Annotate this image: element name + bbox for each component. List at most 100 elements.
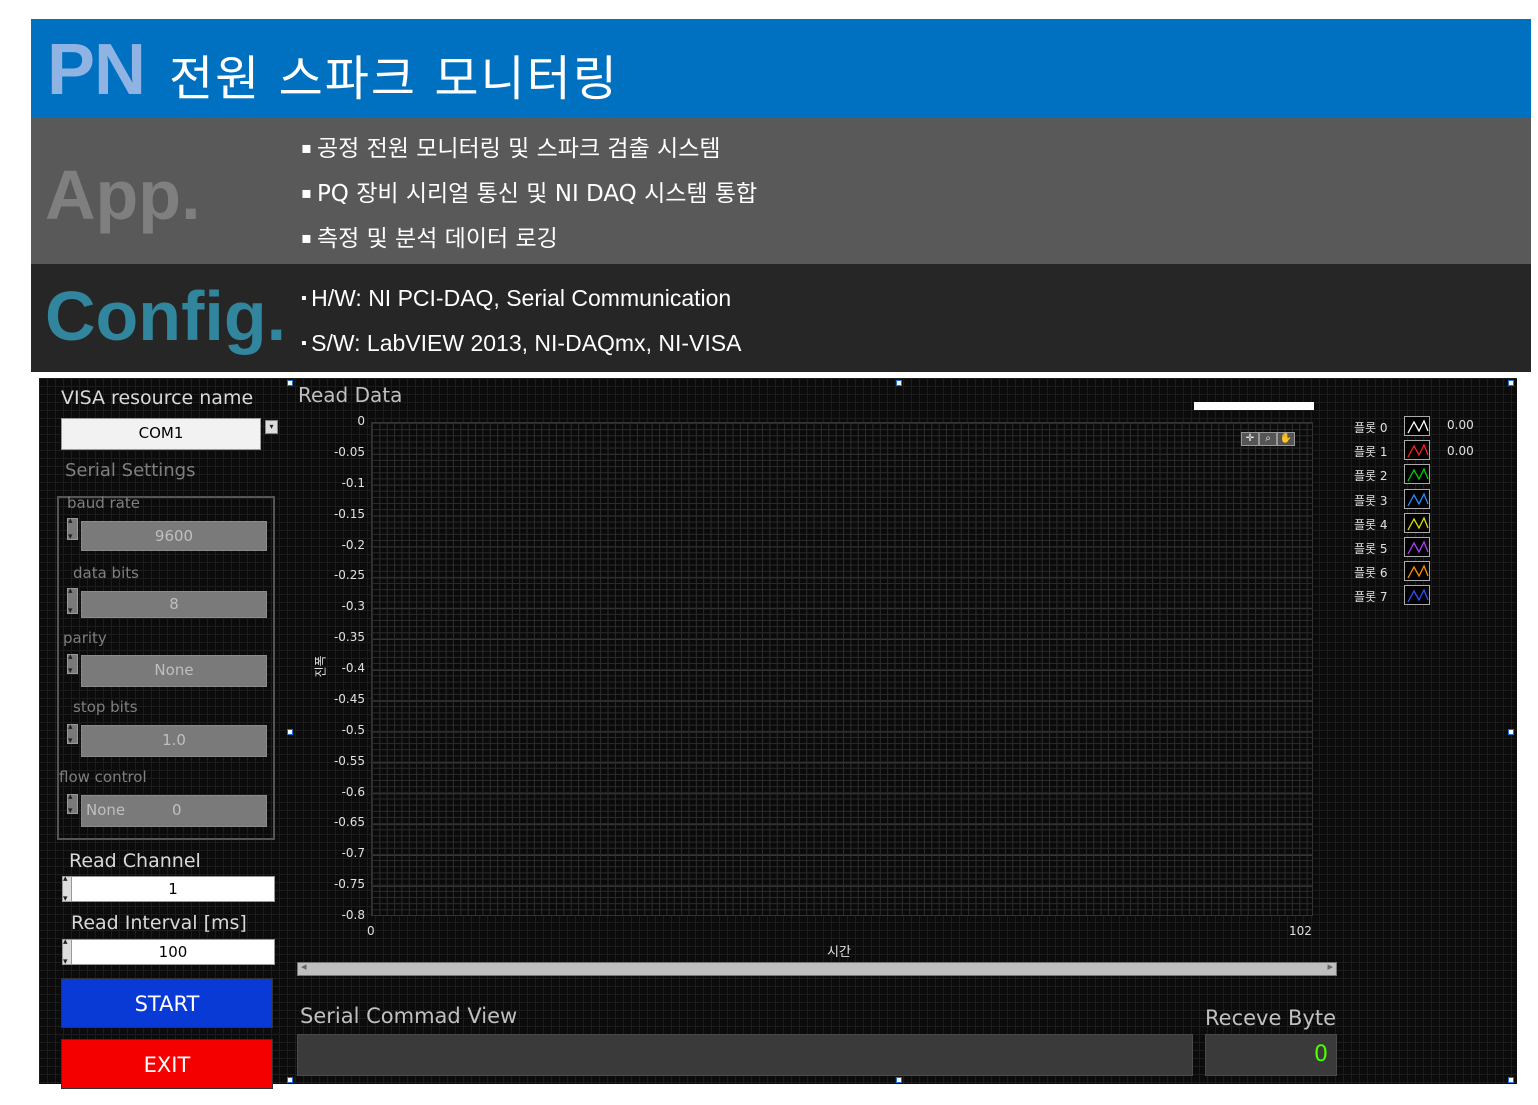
data-bits-label: data bits [73, 564, 139, 582]
y-tick-label: -0.75 [333, 877, 365, 892]
y-tick-label: -0.55 [333, 753, 365, 768]
y-axis-label: 진폭 [313, 655, 328, 678]
visa-resource-field[interactable]: COM1 [61, 418, 261, 450]
stop-bits-spinner[interactable] [67, 722, 78, 746]
pan-hand-icon[interactable]: ✋ [1277, 432, 1295, 446]
y-tick-label: -0.65 [333, 815, 365, 830]
legend-item-label: 플롯 7 [1354, 590, 1388, 605]
receive-byte-indicator: 0 [1205, 1034, 1337, 1076]
flow-control-number: 0 [172, 801, 182, 819]
legend-line-icon[interactable] [1404, 488, 1430, 509]
selection-handle[interactable] [896, 380, 902, 386]
y-tick-label: -0.8 [341, 908, 365, 922]
zoom-icon[interactable]: ⌕ [1259, 432, 1277, 446]
stop-bits-label: stop bits [73, 698, 138, 716]
selection-handle[interactable] [896, 1077, 902, 1083]
config-bullet: H/W: NI PCI-DAQ, Serial Communication [301, 283, 741, 328]
legend-item-label: 플롯 3 [1354, 493, 1388, 508]
baud-label: baud rate [67, 494, 140, 512]
selection-handle[interactable] [1508, 1077, 1514, 1083]
plot-area[interactable] [371, 422, 1313, 916]
parity-spinner[interactable] [67, 652, 78, 676]
read-channel-field[interactable]: 1 [71, 876, 275, 902]
legend-item-label: 플롯 0 [1354, 421, 1388, 435]
serial-control-column: VISA resource name COM1 ▾ Serial Setting… [49, 384, 279, 1089]
selection-handle[interactable] [1508, 729, 1514, 735]
flow-control-field[interactable]: None 0 [81, 795, 267, 827]
serial-command-view [297, 1034, 1193, 1076]
legend-item-label: 플롯 5 [1354, 542, 1388, 556]
crosshair-icon[interactable]: ✛ [1241, 432, 1259, 446]
graph-palette: ✛ ⌕ ✋ [1241, 432, 1299, 446]
data-bits-spinner[interactable] [67, 586, 78, 616]
serial-settings-title: Serial Settings [65, 460, 196, 481]
flow-control-spinner[interactable] [67, 792, 78, 816]
legend-line-icon[interactable] [1404, 585, 1430, 606]
legend-item-label: 플롯 4 [1354, 517, 1388, 532]
baud-field[interactable]: 9600 [81, 521, 267, 551]
y-tick-label: 0 [357, 414, 365, 428]
selection-handle[interactable] [287, 729, 293, 735]
y-tick-label: -0.1 [341, 475, 365, 490]
read-interval-field[interactable]: 100 [71, 939, 275, 965]
read-channel-label: Read Channel [69, 850, 201, 872]
cursor-readout: 0.00 [1447, 418, 1474, 432]
x-tick-label: 102 [1289, 924, 1312, 938]
legend-item-label: 플롯 2 [1354, 469, 1388, 484]
page-title: 전원 스파크 모니터링 [169, 51, 619, 107]
labview-front-panel: VISA resource name COM1 ▾ Serial Setting… [39, 378, 1517, 1089]
app-bullet: PQ 장비 시리얼 통신 및 NI DAQ 시스템 통합 [301, 178, 757, 223]
stop-bits-field[interactable]: 1.0 [81, 725, 267, 757]
graph-title: Read Data [298, 383, 403, 407]
read-interval-label: Read Interval [ms] [71, 912, 247, 934]
visa-label: VISA resource name [61, 387, 254, 409]
y-tick-label: -0.3 [341, 599, 365, 614]
app-bullet: 공정 전원 모니터링 및 스파크 검출 시스템 [301, 133, 757, 178]
parity-field[interactable]: None [81, 655, 267, 687]
selection-handle[interactable] [287, 380, 293, 386]
start-button[interactable]: START [61, 978, 273, 1028]
app-section: App. 공정 전원 모니터링 및 스파크 검출 시스템 PQ 장비 시리얼 통… [31, 117, 1531, 264]
app-bullet: 측정 및 분석 데이터 로깅 [301, 223, 757, 268]
y-tick-label: -0.6 [341, 784, 365, 799]
receive-byte-label: Receve Byte [1205, 1006, 1337, 1030]
title-banner: PN 전원 스파크 모니터링 [31, 19, 1531, 117]
config-bullet-list: H/W: NI PCI-DAQ, Serial Communication S/… [301, 283, 741, 373]
y-tick-label: -0.5 [341, 722, 365, 737]
y-tick-label: -0.25 [333, 568, 365, 583]
legend-line-icon[interactable] [1404, 464, 1430, 485]
legend-line-icon[interactable] [1404, 561, 1430, 582]
graph-horizontal-scrollbar[interactable] [297, 960, 1337, 976]
legend-line-icon[interactable] [1404, 440, 1430, 461]
app-bullet-list: 공정 전원 모니터링 및 스파크 검출 시스템 PQ 장비 시리얼 통신 및 N… [301, 133, 757, 268]
flow-control-value: None [86, 801, 126, 819]
y-tick-label: -0.15 [333, 506, 365, 521]
app-window: PN 전원 스파크 모니터링 App. 공정 전원 모니터링 및 스파크 검출 … [0, 0, 1538, 1105]
y-tick-label: -0.35 [333, 630, 365, 645]
exit-button[interactable]: EXIT [61, 1039, 273, 1089]
visa-dropdown-icon[interactable]: ▾ [265, 420, 278, 434]
x-axis-label: 시간 [827, 945, 851, 960]
baud-spinner[interactable] [67, 516, 78, 542]
cursor-readout: 0.00 [1447, 444, 1474, 458]
legend-item-label: 플롯 6 [1354, 566, 1388, 581]
labview-front-panel-frame: VISA resource name COM1 ▾ Serial Setting… [31, 372, 1531, 1096]
y-tick-label: -0.2 [341, 537, 365, 552]
legend-line-icon[interactable] [1404, 416, 1430, 436]
flow-control-label: flow control [59, 768, 147, 786]
config-section: Config. H/W: NI PCI-DAQ, Serial Communic… [31, 264, 1531, 372]
graph-caption-bar [1194, 402, 1314, 410]
legend-line-icon[interactable] [1404, 537, 1430, 557]
x-tick-label: 0 [367, 924, 375, 938]
app-label: App. [45, 156, 201, 234]
y-tick-label: -0.45 [333, 691, 365, 706]
legend-item-label: 플롯 1 [1354, 445, 1388, 460]
serial-command-view-label: Serial Commad View [300, 1004, 518, 1028]
selection-handle[interactable] [1508, 380, 1514, 386]
logo-pn: PN [47, 30, 146, 110]
data-bits-field[interactable]: 8 [81, 591, 267, 618]
legend-line-icon[interactable] [1404, 512, 1430, 533]
selection-handle[interactable] [287, 1077, 293, 1083]
y-tick-label: -0.7 [341, 846, 365, 861]
parity-label: parity [63, 629, 107, 647]
